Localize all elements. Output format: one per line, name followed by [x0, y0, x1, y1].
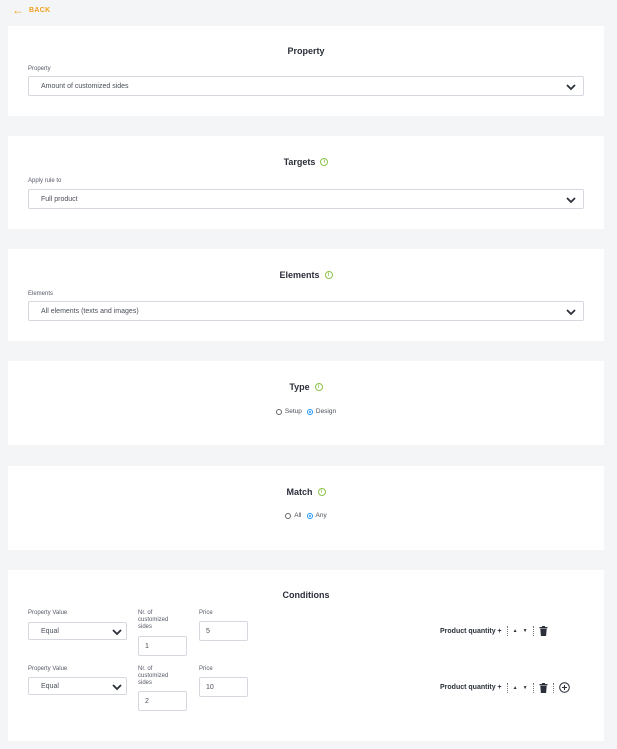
targets-select-value: Full product	[41, 196, 78, 203]
customized-sides-label: Nr. of customized sides	[138, 610, 169, 630]
elements-field-label: Elements	[28, 291, 54, 297]
radio-any[interactable]	[306, 512, 313, 519]
type-option-setup[interactable]: Setup	[275, 408, 302, 415]
property-value-label: Property Value	[28, 610, 68, 616]
customized-sides-input[interactable]: 2	[138, 691, 187, 711]
match-title: Match i	[8, 487, 604, 497]
product-quantity-toggle[interactable]: Product quantity +	[440, 628, 502, 635]
condition-actions: Product quantity + ▲ ▼	[440, 682, 570, 693]
chevron-down-icon	[566, 84, 576, 91]
radio-design[interactable]	[306, 408, 313, 415]
condition-actions: Product quantity + ▲ ▼	[440, 626, 548, 636]
divider	[506, 626, 508, 636]
radio-all[interactable]	[285, 512, 292, 519]
divider	[552, 682, 554, 693]
property-card: Property Property Amount of customized s…	[8, 26, 604, 116]
chevron-down-icon	[566, 197, 576, 204]
trash-icon[interactable]	[539, 626, 548, 636]
match-option-any[interactable]: Any	[306, 512, 327, 519]
info-icon[interactable]: i	[320, 158, 329, 166]
property-select-value: Amount of customized sides	[41, 83, 129, 90]
type-title: Type i	[8, 382, 604, 392]
property-title: Property	[287, 46, 325, 56]
property-value-select[interactable]: Equal	[28, 677, 127, 695]
move-up-icon[interactable]: ▲	[513, 628, 518, 634]
property-value-label: Property Value	[28, 666, 68, 672]
targets-field-label: Apply rule to	[28, 178, 62, 184]
back-label: BACK	[29, 6, 51, 14]
type-option-design[interactable]: Design	[306, 408, 336, 415]
price-input[interactable]: 5	[199, 621, 248, 641]
property-value-select[interactable]: Equal	[28, 622, 127, 640]
divider	[506, 682, 508, 693]
divider	[532, 682, 534, 693]
elements-select[interactable]: All elements (texts and images)	[28, 301, 584, 321]
arrow-left-icon: ←	[12, 3, 24, 17]
elements-title: Elements i	[8, 270, 604, 280]
radio-setup[interactable]	[275, 408, 282, 415]
match-card: Match i All Any	[8, 466, 604, 550]
match-option-all[interactable]: All	[285, 512, 302, 519]
conditions-title: Conditions	[282, 590, 330, 600]
property-field-label: Property	[28, 66, 51, 72]
price-input[interactable]: 10	[199, 677, 248, 697]
match-radio-group: All Any	[8, 512, 604, 519]
product-quantity-toggle[interactable]: Product quantity +	[440, 684, 502, 691]
elements-card: Elements i Elements All elements (texts …	[8, 249, 604, 341]
chevron-down-icon	[566, 309, 576, 316]
chevron-down-icon	[112, 629, 122, 636]
info-icon[interactable]: i	[324, 271, 333, 279]
customized-sides-input[interactable]: 1	[138, 636, 187, 656]
elements-select-value: All elements (texts and images)	[41, 308, 139, 315]
move-down-icon[interactable]: ▼	[523, 628, 528, 634]
info-icon[interactable]: i	[314, 383, 323, 391]
conditions-card: Conditions Property Value Equal Nr. of c…	[8, 570, 604, 741]
price-label: Price	[199, 666, 213, 672]
divider	[532, 626, 534, 636]
property-select[interactable]: Amount of customized sides	[28, 76, 584, 96]
customized-sides-label: Nr. of customized sides	[138, 666, 169, 686]
move-up-icon[interactable]: ▲	[513, 685, 518, 691]
type-radio-group: Setup Design	[8, 408, 604, 415]
chevron-down-icon	[112, 684, 122, 691]
info-icon[interactable]: i	[317, 488, 326, 496]
targets-card: Targets i Apply rule to Full product	[8, 136, 604, 229]
targets-title: Targets i	[8, 157, 604, 167]
trash-icon[interactable]	[539, 682, 548, 693]
type-card: Type i Setup Design	[8, 361, 604, 445]
move-down-icon[interactable]: ▼	[523, 685, 528, 691]
targets-select[interactable]: Full product	[28, 189, 584, 209]
add-circle-icon[interactable]	[558, 682, 570, 693]
back-button[interactable]: ← BACK	[12, 3, 51, 17]
price-label: Price	[199, 610, 213, 616]
